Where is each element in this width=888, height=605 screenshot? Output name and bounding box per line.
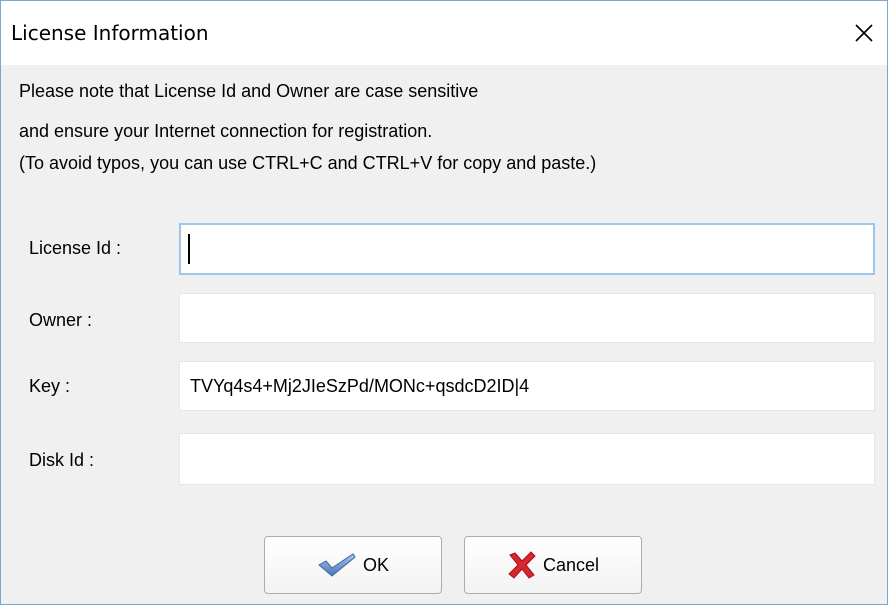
key-input[interactable] [179, 361, 875, 411]
license-id-label: License Id : [29, 238, 122, 258]
license-id-input[interactable] [179, 223, 875, 275]
key-label: Key : [29, 376, 71, 396]
owner-label: Owner : [29, 310, 93, 330]
owner-input[interactable] [179, 293, 875, 343]
note-line-3: (To avoid typos, you can use CTRL+C and … [19, 153, 597, 173]
red-x-icon [508, 551, 536, 579]
ok-button[interactable]: OK [264, 536, 442, 594]
close-icon [855, 24, 873, 42]
text-caret [188, 234, 190, 264]
cancel-button-label: Cancel [542, 554, 600, 575]
disk-id-input[interactable] [179, 433, 875, 485]
checkmark-icon [318, 553, 356, 577]
ok-button-label: OK [362, 554, 389, 575]
disk-id-label: Disk Id : [29, 450, 95, 470]
license-dialog: License Information Please note that Lic… [0, 0, 888, 605]
note-line-2: and ensure your Internet connection for … [19, 121, 433, 141]
cancel-button[interactable]: Cancel [464, 536, 642, 594]
note-line-1: Please note that License Id and Owner ar… [19, 81, 479, 101]
title-bar: License Information [1, 1, 887, 65]
window-title: License Information [11, 21, 209, 45]
close-button[interactable] [841, 1, 887, 65]
